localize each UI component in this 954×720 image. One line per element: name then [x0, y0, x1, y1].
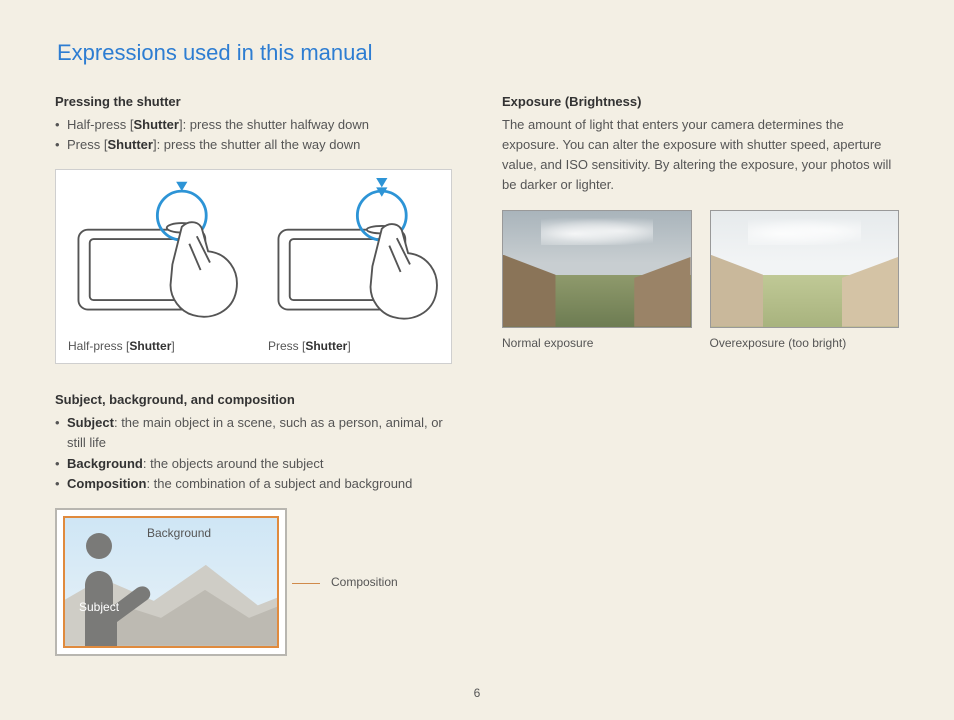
shutter-full-caption: Press [Shutter]: [268, 339, 351, 353]
composition-frame: Background Subject: [55, 508, 287, 656]
shutter-half-item: Half-press [Shutter]: [68, 178, 258, 353]
subject-label: Subject: [79, 600, 119, 614]
shutter-half-illustration: [68, 178, 258, 333]
shutter-bullets: Half-press [Shutter]: press the shutter …: [55, 115, 452, 155]
right-column: Exposure (Brightness) The amount of ligh…: [502, 94, 899, 682]
shutter-figure-row: Half-press [Shutter]: [68, 178, 439, 353]
content-columns: Pressing the shutter Half-press [Shutter…: [55, 94, 899, 682]
composition-bullets: Subject: the main object in a scene, suc…: [55, 413, 452, 494]
composition-figure: Background Subject Comp: [55, 508, 452, 656]
composition-bullet-composition: Composition: the combination of a subjec…: [55, 474, 452, 494]
composition-bullet-subject: Subject: the main object in a scene, suc…: [55, 413, 452, 453]
shutter-half-caption: Half-press [Shutter]: [68, 339, 175, 353]
left-column: Pressing the shutter Half-press [Shutter…: [55, 94, 452, 682]
composition-inner: Background Subject: [63, 516, 279, 648]
exposure-normal-item: Normal exposure: [502, 210, 692, 350]
shutter-bullet-full: Press [Shutter]: press the shutter all t…: [55, 135, 452, 155]
exposure-over-photo: [710, 210, 900, 328]
page-title: Expressions used in this manual: [57, 40, 899, 66]
leader-line-icon: [297, 581, 321, 583]
exposure-body: The amount of light that enters your cam…: [502, 115, 899, 196]
manual-page: Expressions used in this manual Pressing…: [0, 0, 954, 720]
exposure-normal-caption: Normal exposure: [502, 336, 692, 350]
exposure-over-caption: Overexposure (too bright): [710, 336, 900, 350]
composition-bullet-background: Background: the objects around the subje…: [55, 454, 452, 474]
shutter-bullet-half: Half-press [Shutter]: press the shutter …: [55, 115, 452, 135]
shutter-full-item: Press [Shutter]: [268, 178, 458, 353]
composition-label: Composition: [331, 575, 398, 589]
exposure-over-item: Overexposure (too bright): [710, 210, 900, 350]
shutter-heading: Pressing the shutter: [55, 94, 452, 109]
shutter-full-illustration: [268, 178, 458, 333]
exposure-heading: Exposure (Brightness): [502, 94, 899, 109]
composition-heading: Subject, background, and composition: [55, 392, 452, 407]
shutter-figure-box: Half-press [Shutter]: [55, 169, 452, 364]
person-silhouette-icon: [67, 526, 167, 646]
page-number: 6: [55, 682, 899, 700]
exposure-photo-row: Normal exposure Overexposure (too bright…: [502, 210, 899, 350]
exposure-normal-photo: [502, 210, 692, 328]
